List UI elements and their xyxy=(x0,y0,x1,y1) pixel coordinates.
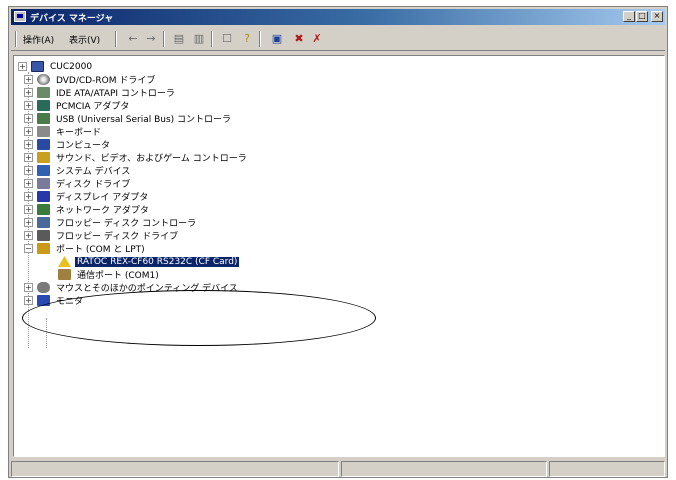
floppy-controller-icon xyxy=(37,217,50,228)
tree-item-floppy-drive[interactable]: + フロッピー ディスク ドライブ xyxy=(24,229,180,242)
minimize-button[interactable]: _ xyxy=(623,11,635,22)
tree-item-floppy-controller[interactable]: + フロッピー ディスク コントローラ xyxy=(24,216,198,229)
pcmcia-adapter-icon xyxy=(37,100,50,111)
tree-item-ratoc-port[interactable]: RATOC REX-CF60 RS232C (CF Card) xyxy=(58,255,240,268)
computer-icon xyxy=(31,61,44,72)
toolbar-separator xyxy=(115,31,117,47)
expand-toggle[interactable]: + xyxy=(24,140,33,149)
tree-item-label-selected: RATOC REX-CF60 RS232C (CF Card) xyxy=(75,256,240,267)
status-cell-main xyxy=(11,461,339,477)
collapse-toggle[interactable]: + xyxy=(18,62,27,71)
title-bar[interactable]: デバイス マネージャ _ □ × xyxy=(11,9,665,25)
tree-item-label: フロッピー ディスク コントローラ xyxy=(56,219,197,229)
disable-device-icon[interactable]: ✖ xyxy=(291,31,307,47)
expand-toggle[interactable]: + xyxy=(24,283,33,292)
ide-controller-icon xyxy=(37,87,50,98)
status-cell-tertiary xyxy=(549,461,665,477)
expand-toggle[interactable]: + xyxy=(24,179,33,188)
tree-item-label: DVD/CD-ROM ドライブ xyxy=(56,76,156,86)
usb-controller-icon xyxy=(37,113,50,124)
port-icon xyxy=(37,243,50,254)
expand-toggle[interactable]: + xyxy=(24,296,33,305)
mouse-icon xyxy=(37,282,50,293)
expand-toggle[interactable]: + xyxy=(24,192,33,201)
expand-toggle[interactable]: + xyxy=(24,75,33,84)
tree-root-label: CUC2000 xyxy=(50,61,93,72)
tree-item-label: ネットワーク アダプタ xyxy=(56,206,149,216)
view-list-icon[interactable]: ▥ xyxy=(191,31,207,47)
tree-item-keyboard[interactable]: + キーボード xyxy=(24,125,103,138)
expand-toggle[interactable]: + xyxy=(24,231,33,240)
tree-item-label: ポート (COM と LPT) xyxy=(56,245,145,255)
tree-item-ide[interactable]: + IDE ATA/ATAPI コントローラ xyxy=(24,86,177,99)
maximize-button[interactable]: □ xyxy=(636,11,648,22)
annotation-ellipse xyxy=(22,290,376,346)
tree-item-label: 通信ポート (COM1) xyxy=(77,271,159,281)
tree-item-label: キーボード xyxy=(56,128,102,138)
computer-device-icon xyxy=(37,139,50,150)
tree-item-label: USB (Universal Serial Bus) コントローラ xyxy=(56,115,232,125)
window-title: デバイス マネージャ xyxy=(30,14,114,24)
keyboard-icon xyxy=(37,126,50,137)
tree-item-display[interactable]: + ディスプレイ アダプタ xyxy=(24,190,150,203)
device-manager-window: デバイス マネージャ _ □ × 操作(A) 表示(V) ← → ▤ ▥ ☐ ?… xyxy=(8,6,668,478)
tree-item-label: IDE ATA/ATAPI コントローラ xyxy=(56,89,175,99)
expand-toggle[interactable]: + xyxy=(24,218,33,227)
warning-icon xyxy=(58,256,71,267)
expand-toggle[interactable]: + xyxy=(24,101,33,110)
tree-item-label: コンピュータ xyxy=(56,141,111,151)
properties-icon[interactable]: ☐ xyxy=(219,31,235,47)
tree-item-dvd[interactable]: + DVD/CD-ROM ドライブ xyxy=(24,73,157,86)
tree-item-pcmcia[interactable]: + PCMCIA アダプタ xyxy=(24,99,131,112)
help-icon[interactable]: ? xyxy=(239,31,255,47)
tree-item-label: サウンド、ビデオ、およびゲーム コントローラ xyxy=(56,154,247,164)
scan-hardware-icon[interactable]: ▣ xyxy=(269,31,285,47)
toolbar-separator xyxy=(259,31,261,47)
tree-item-com1[interactable]: 通信ポート (COM1) xyxy=(58,268,161,281)
tree-item-disk[interactable]: + ディスク ドライブ xyxy=(24,177,132,190)
status-bar xyxy=(11,461,665,477)
view-grid-icon[interactable]: ▤ xyxy=(171,31,187,47)
network-adapter-icon xyxy=(37,204,50,215)
device-tree[interactable]: + CUC2000 + DVD/CD-ROM ドライブ + IDE ATA/AT… xyxy=(13,55,665,457)
uninstall-device-icon[interactable]: ✗ xyxy=(309,31,325,47)
expand-toggle[interactable]: + xyxy=(24,88,33,97)
floppy-drive-icon xyxy=(37,230,50,241)
toolbar-separator xyxy=(211,31,213,47)
disk-drive-icon xyxy=(37,178,50,189)
menu-action[interactable]: 操作(A) xyxy=(23,33,54,46)
device-manager-icon xyxy=(14,11,26,22)
display-adapter-icon xyxy=(37,191,50,202)
forward-arrow-icon[interactable]: → xyxy=(143,31,159,47)
menu-view[interactable]: 表示(V) xyxy=(69,33,100,46)
expand-toggle[interactable]: + xyxy=(24,205,33,214)
tree-item-usb[interactable]: + USB (Universal Serial Bus) コントローラ xyxy=(24,112,233,125)
dvd-drive-icon xyxy=(37,74,50,85)
collapse-toggle[interactable]: − xyxy=(24,244,33,253)
com-port-icon xyxy=(58,269,71,280)
expand-toggle[interactable]: + xyxy=(24,127,33,136)
tree-item-network[interactable]: + ネットワーク アダプタ xyxy=(24,203,151,216)
expand-toggle[interactable]: + xyxy=(24,114,33,123)
tree-item-system[interactable]: + システム デバイス xyxy=(24,164,132,177)
tree-item-label: ディスク ドライブ xyxy=(56,180,131,190)
tree-item-computer[interactable]: + コンピュータ xyxy=(24,138,112,151)
sound-controller-icon xyxy=(37,152,50,163)
tree-item-label: ディスプレイ アダプタ xyxy=(56,193,149,203)
close-button[interactable]: × xyxy=(651,11,663,22)
status-cell-secondary xyxy=(341,461,547,477)
back-arrow-icon[interactable]: ← xyxy=(125,31,141,47)
tree-item-label: PCMCIA アダプタ xyxy=(56,102,130,112)
tree-root[interactable]: + CUC2000 xyxy=(18,60,94,73)
expand-toggle[interactable]: + xyxy=(24,166,33,175)
tree-item-sound[interactable]: + サウンド、ビデオ、およびゲーム コントローラ xyxy=(24,151,249,164)
tree-item-ports[interactable]: − ポート (COM と LPT) xyxy=(24,242,147,255)
expand-toggle[interactable]: + xyxy=(24,153,33,162)
tree-item-label: システム デバイス xyxy=(56,167,131,177)
system-device-icon xyxy=(37,165,50,176)
toolbar: 操作(A) 表示(V) ← → ▤ ▥ ☐ ? ▣ ✖ ✗ xyxy=(11,27,665,51)
tree-item-label: フロッピー ディスク ドライブ xyxy=(56,232,179,242)
toolbar-grip xyxy=(15,31,17,47)
toolbar-separator xyxy=(163,31,165,47)
